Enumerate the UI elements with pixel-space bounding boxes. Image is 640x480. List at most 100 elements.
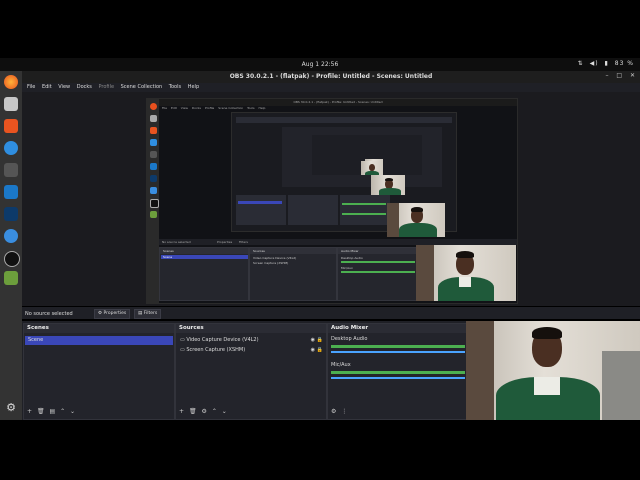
- scenes-title: Scenes: [27, 325, 49, 331]
- nested-chromium-icon: [150, 187, 157, 194]
- move-source-down-icon[interactable]: ⌄: [222, 408, 227, 415]
- nested-terminal-icon: [150, 151, 157, 158]
- close-icon[interactable]: ✕: [630, 72, 635, 79]
- mic-aux-slider[interactable]: [331, 377, 465, 379]
- remove-source-icon[interactable]: 🗑: [189, 408, 197, 415]
- minimize-icon[interactable]: –: [605, 72, 608, 79]
- webcam-overlay: [466, 321, 640, 420]
- nested-menu-edit: Edit: [171, 106, 177, 110]
- filters-button[interactable]: ▤ Filters: [134, 309, 162, 319]
- window-controls: – □ ✕: [599, 72, 635, 79]
- room-object: [602, 351, 640, 420]
- nested-title-bar: OBS 30.0.2.1 - (flatpak) - Profile: Unti…: [159, 99, 517, 106]
- help-icon[interactable]: [4, 141, 18, 155]
- person-hair: [532, 327, 562, 339]
- add-source-icon[interactable]: +: [179, 408, 184, 415]
- nested-sources-title: Sources: [253, 249, 265, 253]
- nested-source-1: Video Capture Device (V4L2): [253, 256, 297, 260]
- firefox-icon[interactable]: [4, 75, 18, 89]
- nested-meter-desktop: [341, 261, 415, 263]
- nested-vscode-icon: [150, 163, 157, 170]
- trash-icon[interactable]: [4, 271, 18, 285]
- webcam-thumb-mid: [387, 203, 445, 237]
- visibility-icon[interactable]: ◉: [311, 346, 315, 355]
- source-item-screen-capture[interactable]: ▭ Screen Capture (XSHM) ◉ 🔒: [177, 346, 325, 355]
- properties-button[interactable]: ⚙ Properties: [94, 309, 131, 319]
- window-title: OBS 30.0.2.1 - (flatpak) - Profile: Unti…: [229, 73, 433, 80]
- deep-meter-2: [342, 213, 386, 215]
- terminal-icon[interactable]: [4, 163, 18, 177]
- move-source-up-icon[interactable]: ⌃: [212, 408, 217, 415]
- app-dock: ⚙: [0, 71, 22, 420]
- deep-audio: [340, 195, 390, 225]
- nested-scenes-title: Scenes: [163, 249, 174, 253]
- audio-mixer-title: Audio Mixer: [331, 325, 369, 331]
- menu-view[interactable]: View: [58, 84, 70, 90]
- remove-scene-icon[interactable]: 🗑: [37, 408, 45, 415]
- move-scene-up-icon[interactable]: ⌃: [60, 408, 65, 415]
- menu-tools[interactable]: Tools: [169, 84, 181, 90]
- deep-scene-selected: [238, 201, 282, 204]
- menu-profile[interactable]: Profile: [98, 84, 114, 90]
- nested-menu-view: View: [180, 106, 188, 110]
- nested-menu-tools: Tools: [247, 106, 255, 110]
- nested-trash-icon: [150, 211, 157, 218]
- desktop-audio-slider[interactable]: [331, 351, 465, 353]
- nested-menu-docks: Docks: [191, 106, 201, 110]
- scene-filter-icon[interactable]: ▤: [50, 408, 56, 415]
- app-center-icon[interactable]: [4, 119, 18, 133]
- maximize-icon[interactable]: □: [616, 72, 622, 79]
- nested-audio-title: Audio Mixer: [341, 249, 359, 253]
- chromium-icon[interactable]: [4, 229, 18, 243]
- source-settings-icon[interactable]: ⚙: [202, 408, 207, 415]
- audio-menu-icon[interactable]: ⋮: [341, 408, 347, 415]
- lock-icon[interactable]: 🔒: [317, 336, 323, 345]
- battery-icon: ▮: [604, 60, 609, 67]
- vscode-icon[interactable]: [4, 185, 18, 199]
- properties-bar: No source selected ⚙ Properties ▤ Filter…: [22, 307, 640, 319]
- screen-capture-preview: OBS 30.0.2.1 - (flatpak) - Profile: Unti…: [146, 98, 518, 304]
- menu-docks[interactable]: Docks: [77, 84, 92, 90]
- battery-percent: 83 %: [614, 60, 634, 67]
- menu-file[interactable]: File: [27, 84, 35, 90]
- nested-menu-file: File: [162, 106, 168, 110]
- nested-obs-icon: [150, 199, 159, 208]
- nested-sources-panel: Sources Video Capture Device (V4L2) Scre…: [249, 247, 337, 301]
- nested-no-source: No source selected: [162, 240, 191, 244]
- source-item-video-capture[interactable]: ▭ Video Capture Device (V4L2) ◉ 🔒: [177, 336, 325, 345]
- menu-help[interactable]: Help: [188, 84, 199, 90]
- nested-dock: [147, 99, 159, 303]
- filters-label: Filters: [143, 311, 158, 316]
- deep-sources: [288, 195, 338, 225]
- network-icon: ⇅: [577, 60, 584, 67]
- menu-edit[interactable]: Edit: [42, 84, 52, 90]
- webcam-thumb-4: [371, 175, 405, 195]
- scenes-toolbar: + 🗑 ▤ ⌃ ⌄: [24, 408, 75, 416]
- lock-icon[interactable]: 🔒: [317, 346, 323, 355]
- audio-mixer-dock: Audio Mixer Desktop Audio Mic/Aux ⚙ ⋮: [327, 323, 469, 420]
- system-tray[interactable]: ⇅ ◀) ▮ 83 %: [575, 60, 634, 67]
- show-apps-icon[interactable]: ⚙: [4, 401, 18, 415]
- nested-tab-filters: Filters: [239, 240, 248, 244]
- webcam-thumb-2: [361, 161, 383, 175]
- menu-scene-collection[interactable]: Scene Collection: [121, 84, 163, 90]
- audio-settings-icon[interactable]: ⚙: [331, 408, 336, 415]
- visibility-icon[interactable]: ◉: [311, 336, 315, 345]
- files-icon[interactable]: [4, 97, 18, 111]
- monitor-icon: ▭: [180, 347, 185, 353]
- system-clock[interactable]: Aug 1 22:56: [0, 61, 640, 68]
- nested-scene-item: Scene: [161, 255, 248, 259]
- nested-tab-properties: Properties: [217, 240, 233, 244]
- virtualbox-icon[interactable]: [4, 207, 18, 221]
- add-scene-icon[interactable]: +: [27, 408, 32, 415]
- nested-menu-profile: Profile: [204, 106, 215, 110]
- volume-icon: ◀): [589, 60, 599, 67]
- source-label: Screen Capture (XSHM): [186, 347, 246, 353]
- move-scene-down-icon[interactable]: ⌄: [70, 408, 75, 415]
- properties-label: Properties: [103, 311, 127, 316]
- nested-files-icon: [150, 115, 157, 122]
- nested-audio-desktop: Desktop Audio: [341, 256, 363, 260]
- scene-item[interactable]: Scene: [25, 336, 173, 345]
- audio-toolbar: ⚙ ⋮: [328, 408, 347, 416]
- obs-icon[interactable]: [4, 251, 20, 267]
